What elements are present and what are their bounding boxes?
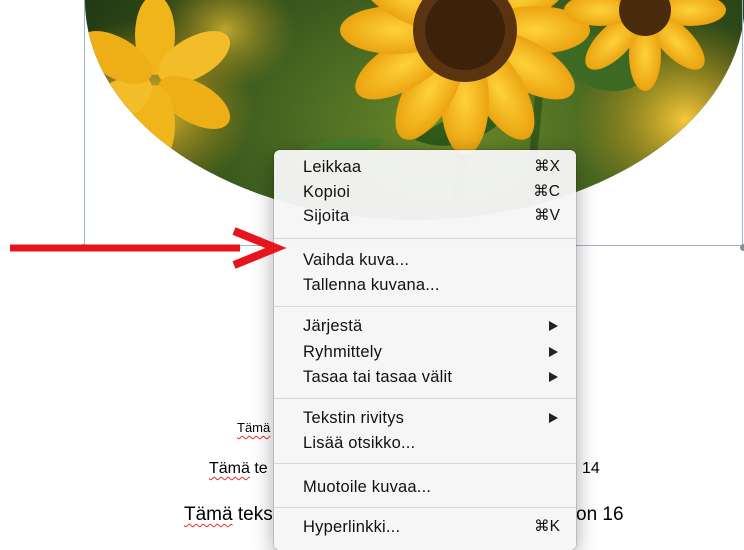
resize-handle-left[interactable] bbox=[80, 244, 87, 251]
text-line-14-rest: te bbox=[249, 460, 268, 477]
chevron-right-icon bbox=[549, 413, 558, 423]
menu-item-change-picture[interactable]: Vaihda kuva... bbox=[274, 249, 576, 271]
text-line-14: Tämä te 14 bbox=[209, 460, 600, 478]
text-line-16-first-word: Tämä bbox=[184, 504, 233, 525]
chevron-right-icon bbox=[549, 321, 558, 331]
chevron-right-icon bbox=[549, 372, 558, 382]
menu-separator bbox=[274, 507, 576, 508]
menu-item-align-distribute[interactable]: Tasaa tai tasaa välit bbox=[274, 366, 576, 388]
menu-item-label: Järjestä bbox=[303, 317, 363, 335]
menu-item-grouping[interactable]: Ryhmittely bbox=[274, 341, 576, 363]
menu-item-text-wrapping[interactable]: Tekstin rivitys bbox=[274, 407, 576, 429]
menu-item-save-as-picture[interactable]: Tallenna kuvana... bbox=[274, 274, 576, 296]
menu-separator bbox=[274, 463, 576, 464]
menu-item-label: Vaihda kuva... bbox=[303, 251, 410, 269]
menu-item-insert-caption[interactable]: Lisää otsikko... bbox=[274, 432, 576, 454]
menu-shortcut: ⌘X bbox=[534, 158, 560, 175]
menu-item-label: Leikkaa bbox=[303, 158, 362, 176]
menu-item-format-picture[interactable]: Muotoile kuvaa... bbox=[274, 476, 576, 498]
text-line-16-rest: teks bbox=[232, 504, 273, 525]
menu-item-label: Ryhmittely bbox=[303, 343, 383, 361]
text-line-12: Tämä bbox=[237, 420, 270, 435]
menu-separator bbox=[274, 398, 576, 399]
menu-separator bbox=[274, 306, 576, 307]
menu-item-label: Tekstin rivitys bbox=[303, 409, 405, 427]
menu-item-arrange[interactable]: Järjestä bbox=[274, 315, 576, 337]
menu-item-label: Lisää otsikko... bbox=[303, 434, 416, 452]
resize-handle-right[interactable] bbox=[740, 244, 744, 251]
menu-item-label: Tasaa tai tasaa välit bbox=[303, 368, 453, 386]
menu-item-label: Sijoita bbox=[303, 207, 350, 225]
menu-item-label: Muotoile kuvaa... bbox=[303, 478, 432, 496]
menu-item-cut[interactable]: Leikkaa ⌘X bbox=[274, 156, 576, 178]
menu-shortcut: ⌘K bbox=[534, 518, 560, 535]
menu-item-label: Kopioi bbox=[303, 183, 351, 201]
text-line-12-first-word: Tämä bbox=[237, 420, 271, 435]
menu-shortcut: ⌘C bbox=[533, 183, 560, 200]
menu-item-paste[interactable]: Sijoita ⌘V bbox=[274, 205, 576, 227]
text-line-16: Tämä teks on 16 bbox=[184, 504, 624, 526]
menu-item-label: Hyperlinkki... bbox=[303, 518, 401, 536]
text-line-14-tail: 14 bbox=[582, 460, 600, 477]
menu-item-hyperlink[interactable]: Hyperlinkki... ⌘K bbox=[274, 516, 576, 538]
menu-separator bbox=[274, 238, 576, 239]
menu-item-copy[interactable]: Kopioi ⌘C bbox=[274, 181, 576, 203]
menu-item-label: Tallenna kuvana... bbox=[303, 276, 440, 294]
menu-shortcut: ⌘V bbox=[534, 207, 560, 224]
text-line-14-first-word: Tämä bbox=[209, 460, 250, 477]
chevron-right-icon bbox=[549, 347, 558, 357]
text-line-16-tail: on 16 bbox=[576, 504, 624, 525]
context-menu: Leikkaa ⌘X Kopioi ⌘C Sijoita ⌘V Vaihda k… bbox=[274, 150, 576, 550]
